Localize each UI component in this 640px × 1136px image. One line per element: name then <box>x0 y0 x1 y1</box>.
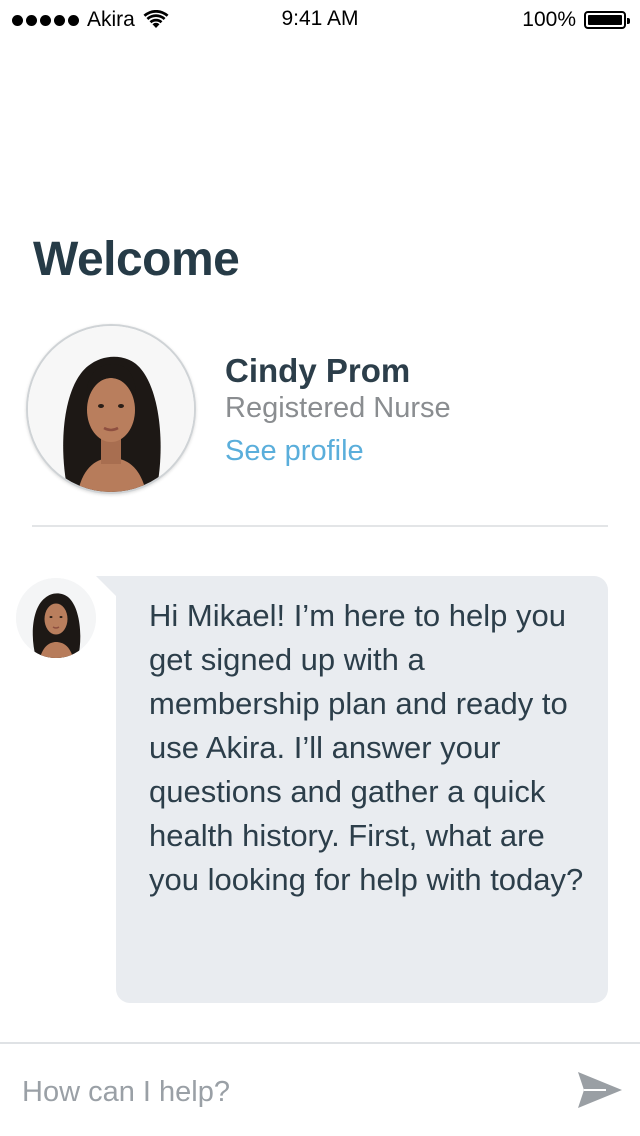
battery-icon <box>584 11 630 29</box>
nurse-avatar[interactable] <box>26 324 196 494</box>
nurse-portrait-icon <box>28 326 194 492</box>
status-bar: Akira 9:41 AM 100% <box>0 0 640 40</box>
chat-bubble: Hi Mikael! I’m here to help you get sign… <box>96 576 608 1003</box>
nurse-role: Registered Nurse <box>225 392 451 424</box>
status-right: 100% <box>522 6 630 34</box>
battery-percentage: 100% <box>522 8 576 31</box>
divider <box>32 525 608 527</box>
nurse-portrait-icon <box>16 578 96 658</box>
send-icon[interactable] <box>576 1070 624 1110</box>
page-title: Welcome <box>33 233 240 286</box>
message-input[interactable] <box>22 1064 552 1120</box>
chat-avatar <box>16 578 96 658</box>
bubble-tail <box>96 576 116 596</box>
message-composer <box>0 1042 640 1136</box>
see-profile-link[interactable]: See profile <box>225 435 364 468</box>
nurse-name: Cindy Prom <box>225 352 411 389</box>
chat-message-text: Hi Mikael! I’m here to help you get sign… <box>149 598 584 897</box>
